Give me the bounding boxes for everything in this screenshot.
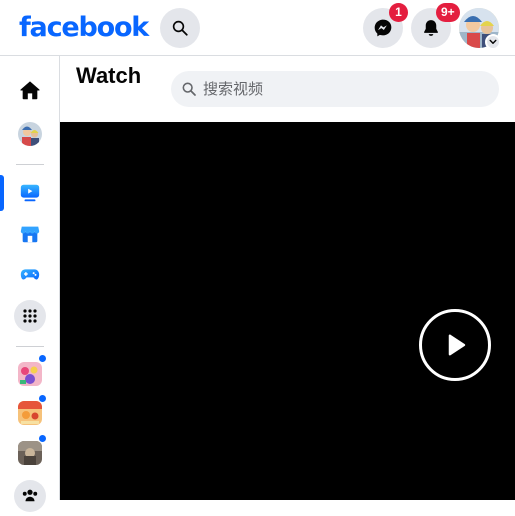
messenger-icon: [374, 19, 392, 37]
avatar: [18, 122, 42, 146]
search-button[interactable]: [160, 8, 200, 48]
messenger-badge: 1: [389, 3, 408, 22]
people-icon: [22, 489, 38, 502]
account-menu-button[interactable]: [485, 34, 501, 50]
top-navigation-bar: facebook 1 9+: [0, 0, 515, 56]
sidebar-item-menu[interactable]: [10, 296, 50, 336]
active-indicator: [0, 175, 4, 211]
sidebar-item-profile[interactable]: [10, 114, 50, 154]
page-title: Watch: [76, 63, 142, 88]
sidebar-item-gaming[interactable]: [10, 254, 50, 294]
play-button[interactable]: [419, 309, 491, 381]
search-icon: [172, 20, 188, 36]
groups-button[interactable]: [14, 480, 46, 512]
group-thumbnail: [18, 362, 42, 386]
facebook-logo[interactable]: facebook: [19, 11, 149, 45]
search-icon: [182, 82, 196, 96]
group-thumbnail: [18, 441, 42, 465]
video-player[interactable]: [60, 122, 515, 500]
sidebar-item-watch[interactable]: [10, 173, 50, 213]
unread-dot: [38, 434, 47, 443]
sidebar-item-home[interactable]: [10, 70, 50, 110]
watch-icon: [20, 184, 40, 202]
play-icon: [448, 334, 466, 356]
unread-dot: [38, 394, 47, 403]
bell-icon: [424, 20, 438, 36]
video-search-box[interactable]: [171, 71, 499, 107]
gaming-icon: [20, 269, 40, 280]
sidebar-item-marketplace[interactable]: [10, 214, 50, 254]
group-thumbnail: [18, 401, 42, 425]
grid-icon: [23, 309, 37, 323]
sidebar-divider: [16, 346, 44, 347]
watch-header: Watch: [60, 56, 515, 122]
unread-dot: [38, 354, 47, 363]
marketplace-icon: [20, 226, 40, 243]
home-icon: [20, 81, 40, 100]
sidebar-item-groups[interactable]: [10, 476, 50, 516]
notifications-badge: 9+: [436, 3, 460, 22]
sidebar-divider: [16, 164, 44, 165]
video-search-input[interactable]: [203, 80, 483, 98]
chevron-down-icon: [489, 39, 497, 44]
left-sidebar: [0, 56, 60, 512]
menu-button[interactable]: [14, 300, 46, 332]
